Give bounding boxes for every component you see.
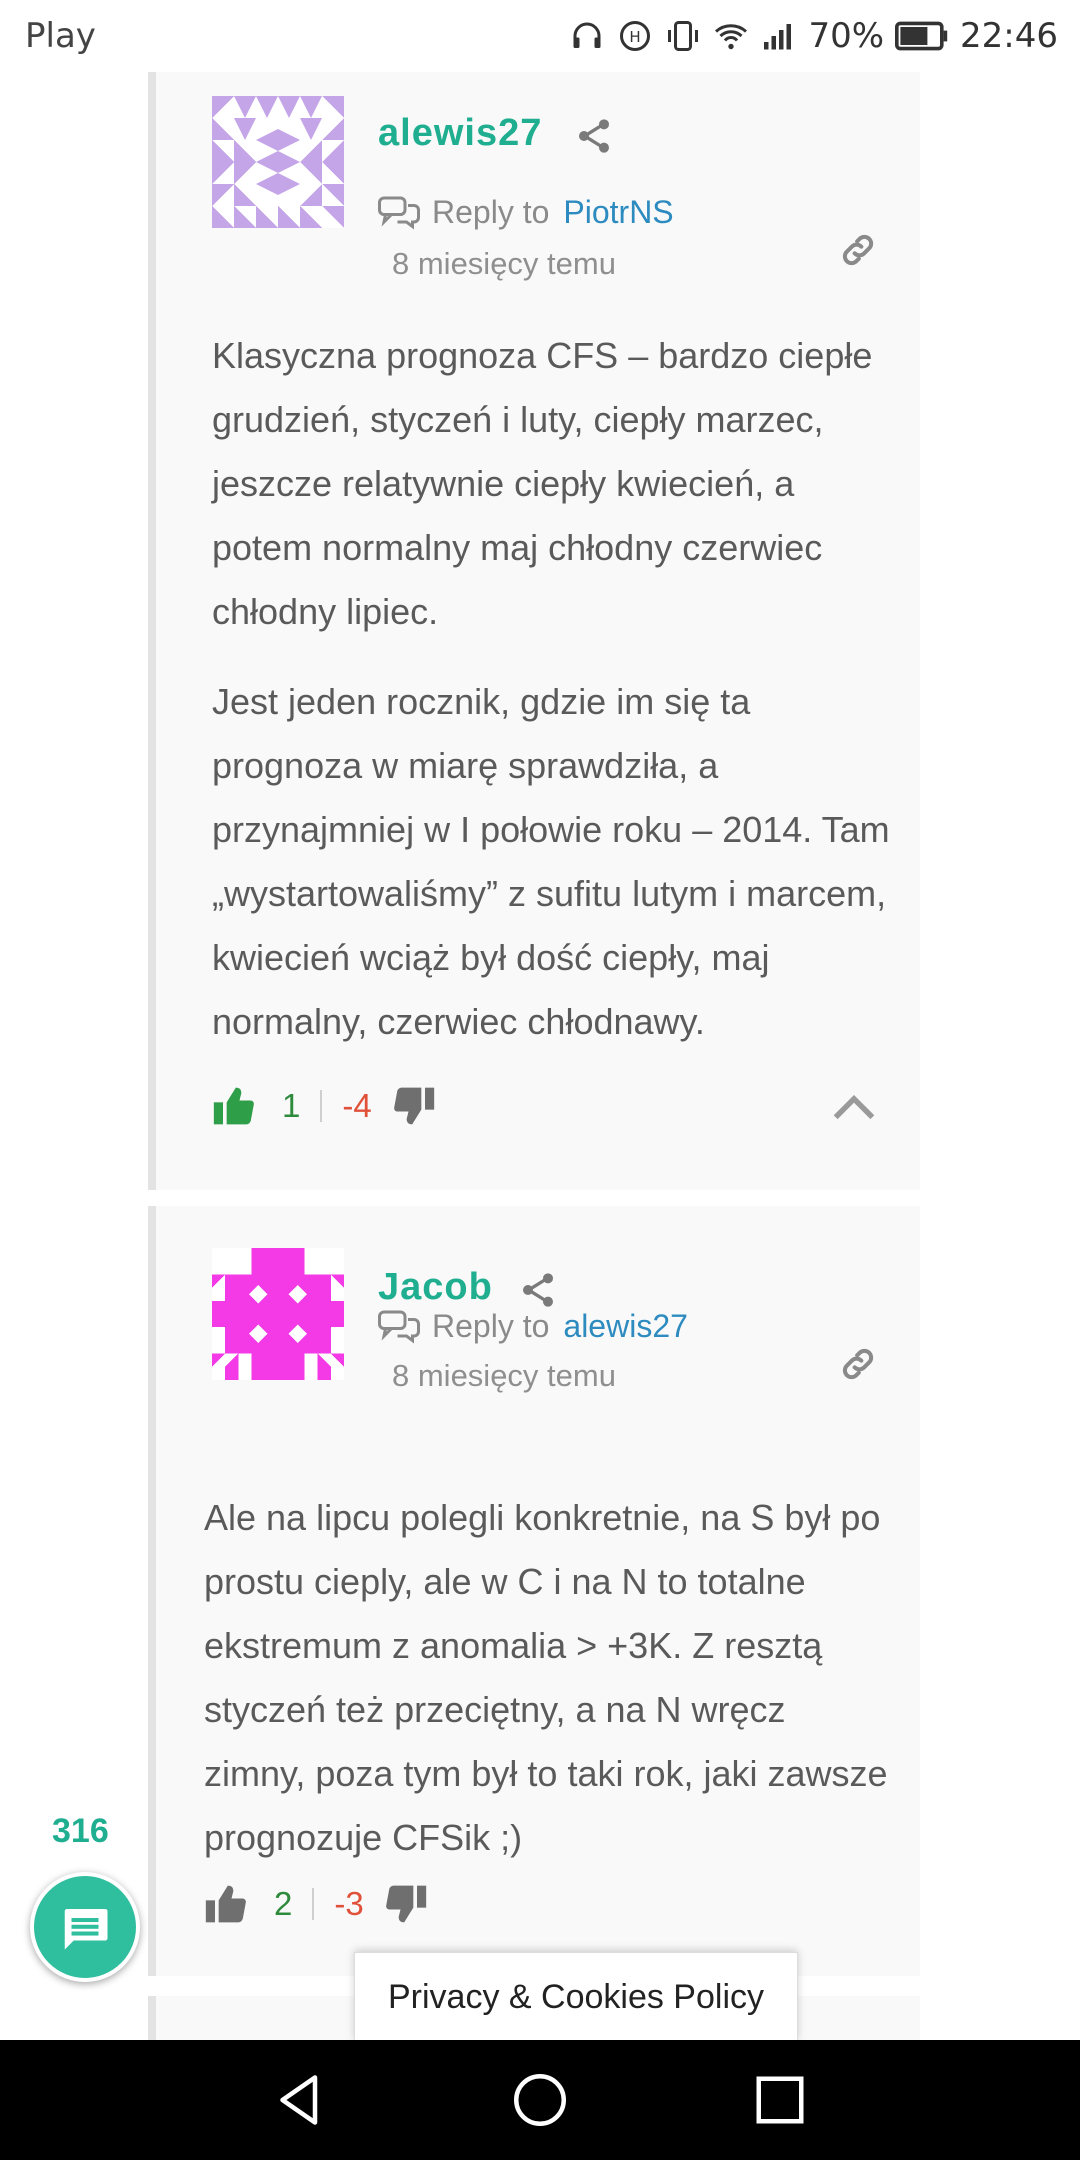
comment-author[interactable]: Jacob <box>378 1266 493 1309</box>
comment-alewis27: alewis27 Reply to PiotrNS 8 miesięcy tem… <box>148 72 920 1190</box>
back-icon[interactable] <box>270 2070 330 2130</box>
avatar <box>212 1248 344 1380</box>
thumbs-up-icon[interactable] <box>212 1084 256 1128</box>
share-icon[interactable] <box>518 1270 558 1310</box>
comment-time: 8 miesięcy temu <box>392 246 616 281</box>
collapse-chevron-icon[interactable] <box>832 1090 876 1126</box>
navigation-bar <box>0 2040 1080 2160</box>
carrier-name: Play <box>25 16 96 56</box>
clock: 22:46 <box>960 16 1058 56</box>
vote-bar: 1 -4 <box>212 1084 436 1128</box>
comment-paragraph: Jest jeden rocznik, gdzie im się ta prog… <box>212 681 890 1042</box>
data-saver-icon: H <box>616 17 654 55</box>
battery-icon <box>894 17 950 55</box>
vibrate-icon <box>664 17 702 55</box>
status-bar: Play H 70% 22:46 <box>0 0 1080 72</box>
comment-count: 316 <box>52 1812 109 1850</box>
privacy-policy-button[interactable]: Privacy & Cookies Policy <box>354 1952 798 2040</box>
comments-fab-button[interactable] <box>30 1872 140 1982</box>
wifi-icon <box>712 17 750 55</box>
recent-apps-icon[interactable] <box>750 2070 810 2130</box>
battery-percent: 70% <box>808 16 885 56</box>
comment-jacob: Jacob <box>148 1206 920 1976</box>
downvote-count: -4 <box>342 1087 372 1124</box>
home-icon[interactable] <box>510 2070 570 2130</box>
avatar <box>212 96 344 228</box>
comment-paragraph: Klasyczna prognoza CFS – bardzo ciepłe g… <box>212 335 873 632</box>
upvote-count: 1 <box>282 1087 301 1124</box>
share-icon[interactable] <box>574 116 614 156</box>
comments-page: alewis27 Reply to PiotrNS 8 miesięcy tem… <box>0 72 1080 2040</box>
link-icon[interactable] <box>838 230 878 270</box>
reply-icon <box>378 196 420 230</box>
headset-icon <box>568 17 606 55</box>
chat-bubble-icon <box>64 1909 108 1950</box>
reply-to-link[interactable]: PiotrNS <box>563 194 673 231</box>
reply-label: Reply to <box>432 194 550 230</box>
comment-author[interactable]: alewis27 <box>378 112 542 155</box>
thumbs-down-icon[interactable] <box>392 1084 436 1128</box>
vote-divider <box>320 1090 323 1122</box>
svg-text:H: H <box>630 28 641 46</box>
signal-icon <box>760 17 798 55</box>
reply-line: Reply to PiotrNS <box>378 194 674 231</box>
status-icons: H 70% 22:46 <box>568 14 1058 58</box>
comment-body: Klasyczna prognoza CFS – bardzo ciepłe g… <box>212 324 902 1080</box>
